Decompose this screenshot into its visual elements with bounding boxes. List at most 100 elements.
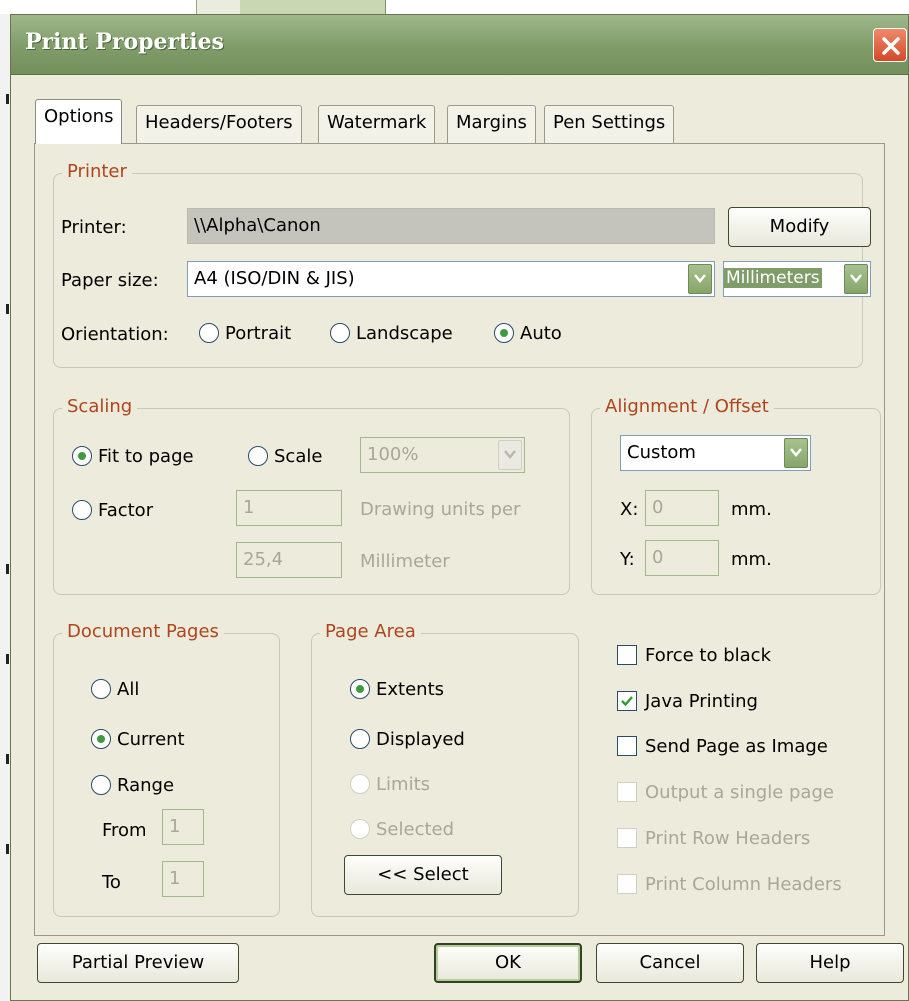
orientation-auto-radio[interactable]: Auto [494, 323, 562, 344]
chevron-down-icon [790, 448, 802, 457]
select-button[interactable]: << Select [344, 855, 502, 895]
paper-size-value: A4 (ISO/DIN & JIS) [194, 268, 355, 289]
to-input: 1 [162, 861, 204, 897]
orientation-landscape-label: Landscape [356, 323, 453, 344]
force-to-black-checkbox[interactable]: Force to black [617, 645, 771, 666]
scale-radio[interactable]: Scale [248, 446, 322, 467]
displayed-radio[interactable]: Displayed [350, 729, 465, 750]
offset-x-input: 0 [645, 490, 719, 526]
background-window-strip [0, 0, 909, 14]
units-dropdown-button[interactable] [844, 264, 868, 294]
chevron-down-icon [694, 274, 706, 283]
output-single-page-label: Output a single page [645, 782, 834, 803]
orientation-portrait-radio[interactable]: Portrait [199, 323, 291, 344]
send-page-as-image-label: Send Page as Image [645, 736, 828, 757]
close-button[interactable] [873, 28, 907, 62]
title-bar[interactable]: Print Properties [11, 15, 908, 75]
paper-size-dropdown-button[interactable] [688, 264, 712, 294]
from-input: 1 [162, 809, 204, 845]
ok-button[interactable]: OK [434, 943, 582, 983]
send-page-as-image-checkbox[interactable]: Send Page as Image [617, 736, 828, 757]
extents-radio[interactable]: Extents [350, 679, 444, 700]
tab-margins[interactable]: Margins [447, 105, 536, 143]
to-label: To [102, 872, 121, 893]
partial-preview-button[interactable]: Partial Preview [37, 943, 239, 983]
tab-options[interactable]: Options [35, 99, 123, 144]
offset-y-unit: mm. [731, 549, 772, 570]
dialog-title: Print Properties [25, 29, 224, 55]
alignment-mode-select[interactable]: Custom [620, 435, 811, 471]
scale-select: 100% [360, 437, 525, 473]
pages-range-label: Range [117, 775, 175, 796]
pages-current-label: Current [117, 729, 185, 750]
background-tab [240, 0, 386, 14]
pages-all-radio[interactable]: All [91, 679, 139, 700]
extents-label: Extents [376, 679, 445, 700]
radio-button-icon [330, 323, 350, 343]
orientation-label: Orientation: [61, 324, 169, 345]
scale-value: 100% [367, 444, 419, 465]
checkbox-icon [617, 645, 637, 665]
force-to-black-label: Force to black [645, 645, 771, 666]
background-tick [6, 754, 9, 764]
radio-button-icon [199, 323, 219, 343]
selected-radio: Selected [350, 819, 454, 840]
offset-y-label: Y: [620, 549, 635, 570]
paper-size-select[interactable]: A4 (ISO/DIN & JIS) [187, 261, 715, 297]
radio-button-icon [350, 819, 370, 839]
selected-label: Selected [376, 819, 455, 840]
orientation-landscape-radio[interactable]: Landscape [330, 323, 453, 344]
factor-input-2: 25,4 [236, 542, 342, 578]
printer-field: \\Alpha\Canon [187, 208, 715, 244]
offset-y-input: 0 [645, 540, 719, 576]
limits-label: Limits [376, 774, 430, 795]
alignment-dropdown-button[interactable] [784, 438, 808, 468]
print-column-headers-label: Print Column Headers [645, 874, 842, 895]
background-tick [6, 564, 9, 574]
tab-headers-footers[interactable]: Headers/Footers [136, 105, 302, 143]
background-tick [6, 94, 9, 104]
displayed-label: Displayed [376, 729, 465, 750]
radio-button-selected-icon [72, 446, 92, 466]
java-printing-label: Java Printing [645, 691, 758, 712]
from-label: From [102, 820, 147, 841]
background-tick [6, 844, 9, 854]
tab-watermark[interactable]: Watermark [318, 105, 436, 143]
document-pages-group: Document Pages All Current Range From 1 … [53, 621, 280, 917]
factor-label: Factor [98, 500, 154, 521]
radio-button-icon [350, 774, 370, 794]
modify-button[interactable]: Modify [728, 207, 871, 247]
pages-current-radio[interactable]: Current [91, 729, 185, 750]
offset-x-unit: mm. [731, 499, 772, 520]
printer-group: Printer Printer: \\Alpha\Canon Modify Pa… [53, 161, 871, 368]
scaling-group-title: Scaling [62, 396, 138, 417]
options-panel: Printer Printer: \\Alpha\Canon Modify Pa… [34, 143, 885, 936]
java-printing-checkbox[interactable]: Java Printing [617, 691, 758, 712]
radio-button-icon [350, 729, 370, 749]
factor-input-1: 1 [236, 490, 342, 526]
radio-button-selected-icon [494, 323, 514, 343]
scale-label: Scale [274, 446, 323, 467]
fit-to-page-label: Fit to page [98, 446, 194, 467]
millimeter-label: Millimeter [360, 551, 450, 572]
paper-size-label: Paper size: [61, 270, 159, 291]
alignment-group: Alignment / Offset Custom X: 0 mm. Y: 0 … [591, 396, 881, 595]
background-left-edge [0, 14, 10, 1001]
checkmark-icon [621, 696, 633, 707]
pages-range-radio[interactable]: Range [91, 775, 174, 796]
radio-button-icon [248, 446, 268, 466]
fit-to-page-radio[interactable]: Fit to page [72, 446, 194, 467]
factor-radio[interactable]: Factor [72, 500, 153, 521]
orientation-portrait-label: Portrait [225, 323, 292, 344]
offset-x-label: X: [620, 499, 639, 520]
tab-pen-settings[interactable]: Pen Settings [544, 105, 675, 143]
cancel-button[interactable]: Cancel [596, 943, 744, 983]
help-button[interactable]: Help [756, 943, 904, 983]
scaling-group: Scaling Fit to page Scale 100% Factor 1 … [53, 396, 570, 595]
units-select[interactable]: Millimeters [723, 261, 871, 297]
checkbox-icon [617, 736, 637, 756]
checkbox-icon [617, 874, 637, 894]
document-pages-group-title: Document Pages [62, 621, 224, 642]
close-icon [882, 37, 900, 55]
background-tab [196, 0, 240, 14]
